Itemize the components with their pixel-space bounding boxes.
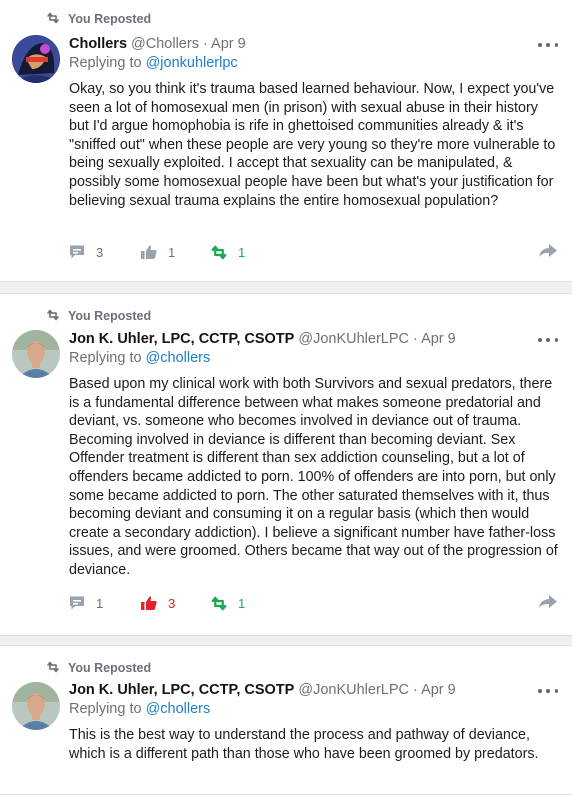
post-body: Based upon my clinical work with both Su… bbox=[69, 376, 558, 578]
like-button[interactable]: 3 bbox=[140, 594, 175, 612]
like-count: 3 bbox=[168, 595, 176, 611]
repost-indicator: You Reposted bbox=[46, 12, 151, 26]
reply-context: Replying to @chollers bbox=[69, 350, 210, 368]
post-card[interactable]: You Reposted Jon K. Uhler, LPC, CCTP, CS… bbox=[0, 293, 572, 636]
repost-icon bbox=[46, 309, 60, 324]
post-card[interactable]: You Reposted Chollers @Chollers · Apr 9 … bbox=[0, 0, 572, 282]
post-body: This is the best way to understand the p… bbox=[69, 727, 539, 762]
reply-prefix: Replying to bbox=[69, 55, 142, 71]
repost-label: You Reposted bbox=[68, 309, 152, 323]
repost-label: You Reposted bbox=[68, 661, 152, 675]
reply-handle-link[interactable]: @jonkuhlerlpc bbox=[146, 55, 238, 71]
thumbs-up-icon bbox=[140, 595, 158, 611]
reply-handle-link[interactable]: @chollers bbox=[146, 701, 211, 717]
repost-label: You Reposted bbox=[68, 12, 152, 26]
more-options-button[interactable] bbox=[538, 41, 558, 49]
post-header: Jon K. Uhler, LPC, CCTP, CSOTP @JonKUhle… bbox=[69, 331, 532, 349]
share-icon bbox=[538, 595, 558, 614]
avatar[interactable] bbox=[12, 330, 60, 378]
reply-prefix: Replying to bbox=[69, 350, 142, 366]
avatar[interactable] bbox=[12, 35, 60, 83]
repost-button[interactable]: 1 bbox=[210, 243, 245, 261]
thumbs-up-icon bbox=[140, 244, 158, 260]
post-header: Jon K. Uhler, LPC, CCTP, CSOTP @JonKUhle… bbox=[69, 682, 532, 700]
post-actions: 1 3 1 bbox=[68, 594, 558, 612]
post-card[interactable]: You Reposted Jon K. Uhler, LPC, CCTP, CS… bbox=[0, 645, 572, 795]
share-icon bbox=[538, 244, 558, 263]
like-button[interactable]: 1 bbox=[140, 243, 175, 261]
reply-prefix: Replying to bbox=[69, 701, 142, 717]
comment-icon bbox=[68, 244, 86, 260]
comment-button[interactable]: 1 bbox=[68, 594, 103, 612]
comment-icon bbox=[68, 595, 86, 611]
more-icon bbox=[538, 689, 542, 693]
share-button[interactable] bbox=[538, 243, 558, 264]
more-options-button[interactable] bbox=[538, 687, 558, 695]
repost-indicator: You Reposted bbox=[46, 661, 151, 675]
comment-button[interactable]: 3 bbox=[68, 243, 103, 261]
post-body: Okay, so you think it's trauma based lea… bbox=[69, 81, 556, 209]
feed: You Reposted Chollers @Chollers · Apr 9 … bbox=[0, 0, 572, 795]
author-name[interactable]: Jon K. Uhler, LPC, CCTP, CSOTP bbox=[69, 331, 294, 347]
repost-indicator: You Reposted bbox=[46, 309, 151, 323]
author-name[interactable]: Chollers bbox=[69, 36, 127, 52]
author-meta[interactable]: @Chollers · Apr 9 bbox=[131, 36, 246, 52]
comment-count: 3 bbox=[96, 244, 104, 260]
reply-context: Replying to @chollers bbox=[69, 701, 210, 719]
repost-count: 1 bbox=[238, 244, 246, 260]
repost-icon bbox=[46, 661, 60, 676]
like-count: 1 bbox=[168, 244, 176, 260]
post-header: Chollers @Chollers · Apr 9 bbox=[69, 36, 532, 54]
comment-count: 1 bbox=[96, 595, 104, 611]
repost-icon bbox=[210, 596, 228, 611]
author-name[interactable]: Jon K. Uhler, LPC, CCTP, CSOTP bbox=[69, 682, 294, 698]
repost-count: 1 bbox=[238, 595, 246, 611]
repost-icon bbox=[210, 245, 228, 260]
avatar[interactable] bbox=[12, 682, 60, 730]
repost-button[interactable]: 1 bbox=[210, 594, 245, 612]
more-icon bbox=[538, 43, 542, 47]
repost-icon bbox=[46, 12, 60, 27]
author-meta[interactable]: @JonKUhlerLPC · Apr 9 bbox=[298, 331, 455, 347]
share-button[interactable] bbox=[538, 594, 558, 615]
reply-handle-link[interactable]: @chollers bbox=[146, 350, 211, 366]
post-actions: 3 1 1 bbox=[68, 243, 558, 261]
author-meta[interactable]: @JonKUhlerLPC · Apr 9 bbox=[298, 682, 455, 698]
more-icon bbox=[538, 338, 542, 342]
more-options-button[interactable] bbox=[538, 336, 558, 344]
reply-context: Replying to @jonkuhlerlpc bbox=[69, 55, 238, 73]
